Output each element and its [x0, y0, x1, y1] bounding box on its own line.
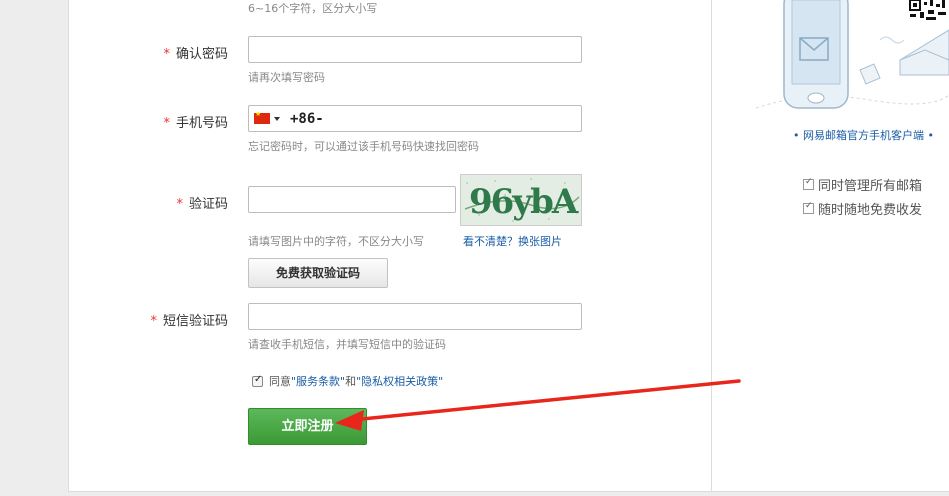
captcha-noise: 96ybA — [461, 175, 581, 225]
mobile-client-caption[interactable]: • 网易邮箱官方手机客户端 • — [793, 127, 934, 143]
register-button[interactable]: 立即注册 — [248, 408, 367, 445]
captcha-refresh-link[interactable]: 看不清楚？换张图片 — [463, 233, 562, 249]
feature-item: 随时随地免费收发 — [803, 199, 922, 218]
captcha-hint: 请填写图片中的字符，不区分大小写 — [248, 235, 424, 248]
sms-code-label: * 短信验证码 — [48, 310, 228, 329]
agreement-prefix: 同意 — [269, 375, 291, 388]
phone-field[interactable]: +86- — [248, 105, 582, 132]
phone-hint: 忘记密码时，可以通过该手机号码快速找回密码 — [248, 140, 479, 153]
phone-label-text: 手机号码 — [175, 116, 228, 131]
feature-text: 随时随地免费收发 — [818, 203, 923, 218]
phone-prefix: +86- — [290, 110, 324, 127]
sms-code-field[interactable] — [248, 303, 582, 330]
agreement-row: 同意 "服务条款" 和 "隐私权相关政策" — [252, 373, 443, 389]
get-code-button[interactable]: 免费获取验证码 — [248, 258, 388, 288]
checkmark-icon — [803, 177, 814, 190]
china-flag-icon[interactable] — [254, 110, 270, 124]
required-mark: * — [150, 314, 157, 329]
captcha-label: * 验证码 — [48, 193, 228, 212]
chevron-down-icon[interactable] — [274, 116, 280, 121]
phone-label: * 手机号码 — [48, 112, 228, 131]
required-mark: * — [176, 197, 183, 212]
password-hint: 6~16个字符，区分大小写 — [248, 2, 378, 15]
required-mark: * — [163, 116, 170, 131]
qr-code-icon[interactable] — [908, 0, 949, 22]
privacy-link[interactable]: "隐私权相关政策" — [356, 373, 443, 389]
captcha-label-text: 验证码 — [188, 197, 228, 212]
sms-code-hint: 请查收手机短信，并填写短信中的验证码 — [248, 338, 446, 351]
confirm-password-hint: 请再次填写密码 — [248, 71, 325, 84]
feature-item: 同时管理所有邮箱 — [803, 175, 922, 194]
confirm-password-field[interactable] — [248, 36, 582, 63]
agreement-and: 和 — [345, 375, 357, 388]
sms-code-label-text: 短信验证码 — [162, 314, 228, 329]
confirm-password-label-text: 确认密码 — [175, 47, 228, 62]
required-mark: * — [163, 47, 170, 62]
confirm-password-label: * 确认密码 — [48, 43, 228, 62]
agreement-checkbox[interactable] — [252, 374, 263, 387]
captcha-text: 96ybA — [469, 182, 579, 222]
checkmark-icon — [803, 201, 814, 214]
terms-link[interactable]: "服务条款" — [291, 373, 345, 389]
captcha-image[interactable]: 96ybA — [460, 174, 582, 226]
feature-text: 同时管理所有邮箱 — [818, 179, 923, 194]
captcha-field[interactable] — [248, 186, 456, 213]
